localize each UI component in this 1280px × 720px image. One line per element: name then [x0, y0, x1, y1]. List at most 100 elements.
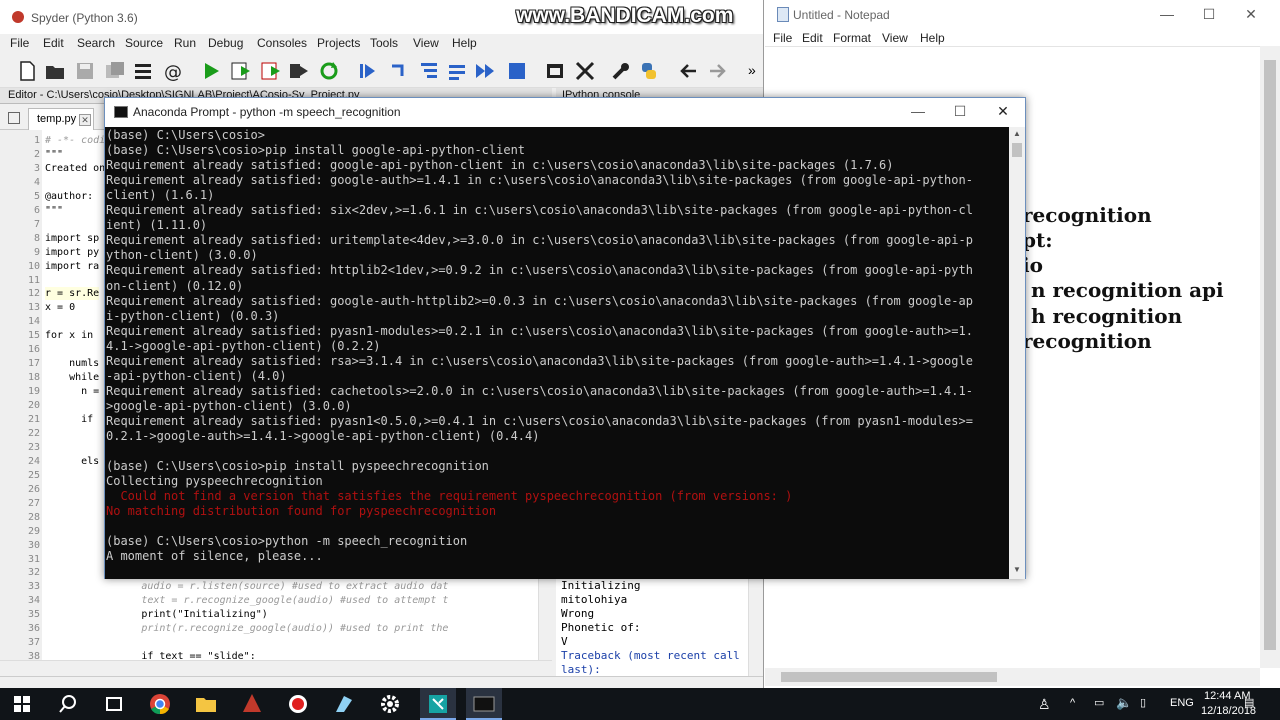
search-icon[interactable]	[56, 692, 80, 716]
console-icon	[473, 696, 495, 712]
menu-file[interactable]: File	[773, 31, 792, 45]
volume-icon[interactable]: 🔈	[1116, 695, 1132, 711]
settings-icon[interactable]	[378, 692, 402, 716]
toolbar-overflow[interactable]: »	[748, 62, 756, 78]
language-indicator[interactable]: ENG	[1170, 697, 1194, 709]
notepad-vertical-scrollbar[interactable]	[1260, 46, 1280, 668]
continue-icon[interactable]	[474, 60, 496, 82]
menu-view[interactable]: View	[882, 31, 908, 45]
app-icon-2[interactable]	[332, 692, 356, 716]
menu-tools[interactable]: Tools	[370, 36, 398, 50]
ipython-console[interactable]: Initializing mitolohiya Wrong Phonetic of: V…	[556, 578, 748, 678]
minimize-button[interactable]: —	[1157, 5, 1177, 25]
menu-consoles[interactable]: Consoles	[257, 36, 307, 50]
menu-edit[interactable]: Edit	[43, 36, 64, 50]
browse-tabs-icon[interactable]	[8, 112, 20, 124]
save-all-icon[interactable]	[104, 60, 126, 82]
scroll-thumb[interactable]	[781, 672, 997, 682]
step-icon[interactable]	[388, 60, 410, 82]
line-number: 10	[27, 260, 40, 272]
text-line: recognition	[1022, 329, 1152, 353]
back-arrow-icon[interactable]	[678, 60, 700, 82]
file-explorer-icon[interactable]	[194, 692, 218, 716]
terminal-line: (base) C:\Users\cosio>	[106, 128, 265, 142]
code-line: els	[45, 455, 100, 467]
notepad-titlebar[interactable]: Untitled - Notepad — ☐ ✕	[765, 0, 1280, 30]
run-cell-icon[interactable]	[230, 60, 252, 82]
battery-icon[interactable]: ▭	[1094, 696, 1104, 709]
menu-source[interactable]: Source	[125, 36, 163, 50]
network-icon[interactable]: ▯	[1140, 696, 1146, 709]
menu-edit[interactable]: Edit	[802, 31, 823, 45]
close-button[interactable]: ✕	[1241, 5, 1261, 25]
code-line: print(r.recognize_google(audio)) #used t…	[45, 623, 449, 635]
list-icon[interactable]	[132, 60, 154, 82]
menu-search[interactable]: Search	[77, 36, 115, 50]
app-icon[interactable]	[240, 692, 264, 716]
taskbar-console-active[interactable]	[466, 688, 502, 720]
taskbar-app-active[interactable]	[420, 688, 456, 720]
tab-temp-py[interactable]: temp.py ✕	[28, 108, 94, 130]
scroll-down-icon[interactable]: ▼	[1013, 565, 1021, 574]
terminal-line: Collecting pyspeechrecognition	[106, 474, 323, 489]
wrench-icon[interactable]	[610, 60, 632, 82]
scroll-thumb[interactable]	[1264, 60, 1276, 650]
menu-file[interactable]: File	[10, 36, 29, 50]
menu-view[interactable]: View	[413, 36, 439, 50]
windows-start-icon[interactable]	[10, 692, 34, 716]
step-into-icon[interactable]	[418, 60, 440, 82]
line-number: 11	[27, 274, 40, 286]
step-return-icon[interactable]	[446, 60, 468, 82]
maximize-button[interactable]: ☐	[1199, 5, 1219, 25]
menu-format[interactable]: Format	[833, 31, 871, 45]
at-sign-icon[interactable]: @	[162, 60, 184, 82]
close-button[interactable]: ✕	[993, 102, 1013, 122]
run-cell-advance-icon[interactable]	[260, 60, 282, 82]
chrome-icon[interactable]	[148, 692, 172, 716]
console-line: Traceback (most recent call	[561, 649, 740, 662]
line-number: 16	[27, 344, 40, 356]
notification-icon[interactable]: ▤	[1244, 696, 1254, 709]
forward-arrow-icon[interactable]	[706, 60, 728, 82]
line-number: 28	[27, 511, 40, 523]
console-line: last):	[561, 663, 601, 676]
scroll-up-icon[interactable]: ▲	[1013, 129, 1021, 138]
run-selection-icon[interactable]	[288, 60, 310, 82]
record-icon[interactable]	[286, 692, 310, 716]
rerun-icon[interactable]	[318, 60, 340, 82]
console-line: Phonetic of:	[561, 621, 641, 634]
close-icon[interactable]: ✕	[79, 114, 91, 126]
console-scrollbar[interactable]	[748, 578, 762, 678]
scroll-thumb[interactable]	[1012, 143, 1022, 157]
menu-debug[interactable]: Debug	[208, 36, 243, 50]
text-line: h recognition	[1031, 304, 1183, 328]
terminal-error-line: No matching distribution found for pyspe…	[106, 504, 497, 519]
python-path-icon[interactable]	[638, 60, 660, 82]
menu-help[interactable]: Help	[920, 31, 945, 45]
minimize-button[interactable]: —	[908, 102, 928, 122]
run-icon[interactable]	[200, 60, 222, 82]
stop-debug-icon[interactable]	[506, 60, 528, 82]
notepad-menubar: File Edit Format View Help	[765, 30, 1280, 46]
editor-horizontal-scrollbar[interactable]	[0, 660, 552, 674]
new-file-icon[interactable]	[16, 60, 38, 82]
prompt-titlebar[interactable]: Anaconda Prompt - python -m speech_recog…	[105, 98, 1025, 127]
task-view-icon[interactable]	[102, 692, 126, 716]
terminal-line: Requirement already satisfied: rsa>=3.1.…	[106, 353, 973, 368]
maximize-button[interactable]: ☐	[950, 102, 970, 122]
open-folder-icon[interactable]	[44, 60, 66, 82]
menu-run[interactable]: Run	[174, 36, 196, 50]
debug-icon[interactable]	[356, 60, 378, 82]
chevron-up-icon[interactable]: ^	[1070, 697, 1075, 709]
menu-help[interactable]: Help	[452, 36, 477, 50]
maximize-pane-icon[interactable]	[544, 60, 566, 82]
terminal-scrollbar[interactable]: ▲ ▼	[1009, 127, 1025, 579]
spyder-titlebar[interactable]: Spyder (Python 3.6) www.BANDICAM.com	[0, 0, 763, 34]
terminal-line: A moment of silence, please...	[106, 549, 323, 564]
save-icon[interactable]	[74, 60, 96, 82]
terminal-output[interactable]: (base) C:\Users\cosio> (base) C:\Users\co…	[105, 127, 1009, 579]
menu-projects[interactable]: Projects	[317, 36, 360, 50]
notepad-horizontal-scrollbar[interactable]	[765, 668, 1260, 686]
fullscreen-icon[interactable]	[574, 60, 596, 82]
people-icon[interactable]: ♙	[1038, 696, 1051, 713]
